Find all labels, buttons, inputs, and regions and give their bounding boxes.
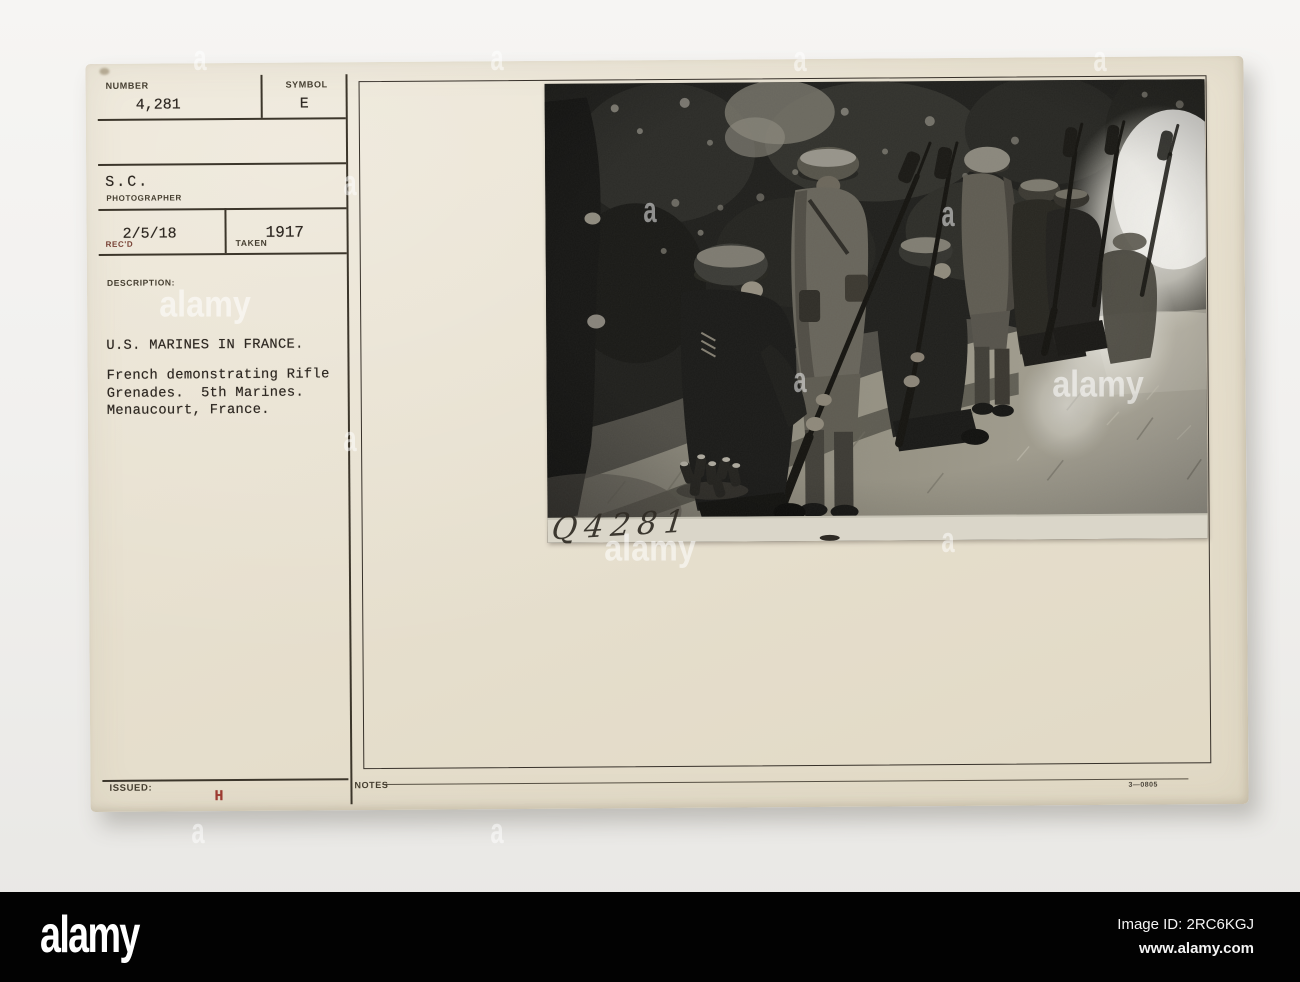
rule-under-dates [98,252,347,256]
rule-blank-field [98,162,347,166]
description-line: U.S. MARINES IN FRANCE. [106,337,304,354]
website-url: www.alamy.com [1138,940,1254,957]
description-label: DESCRIPTION: [106,277,176,288]
issued-value: H [214,788,224,806]
notes-label: NOTES [354,779,389,791]
taken-label: TAKEN [235,237,268,249]
description-line: Grenades. 5th Marines. [106,385,305,402]
footer-bar: alamy Image ID: 2RC6KGJ www.alamy.com [0,892,1300,982]
rule-notes [382,778,1189,786]
rule-issued [102,778,349,782]
symbol-value: E [299,95,309,113]
image-id: Image ID: 2RC6KGJ [1117,916,1254,933]
rule-number-symbol-divider [260,74,263,118]
alamy-logo: alamy [40,905,140,964]
description-line: French demonstrating Rifle [106,367,330,384]
issued-label: ISSUED: [109,782,153,794]
rule-under-number [97,117,346,121]
number-label: NUMBER [105,80,149,91]
rule-recd-taken-divider [224,208,227,254]
card-stain [99,67,110,75]
photographer-value: S.C. [105,173,150,191]
number-value: 4,281 [135,96,181,114]
rule-under-photographer [98,207,347,211]
photographer-label: PHOTOGRAPHER [106,193,182,203]
symbol-label: SYMBOL [285,79,328,90]
notes-box [358,75,1212,770]
recd-value: 2/5/18 [122,225,177,243]
description-line: Menaucourt, France. [106,402,270,419]
taken-value: 1917 [265,223,305,242]
rule-main-column-divider [345,74,353,805]
photo-caption-card: NUMBER 4,281 SYMBOL E S.C. PHOTOGRAPHER … [85,55,1249,813]
stock-number: 3—0805 [1128,781,1158,789]
